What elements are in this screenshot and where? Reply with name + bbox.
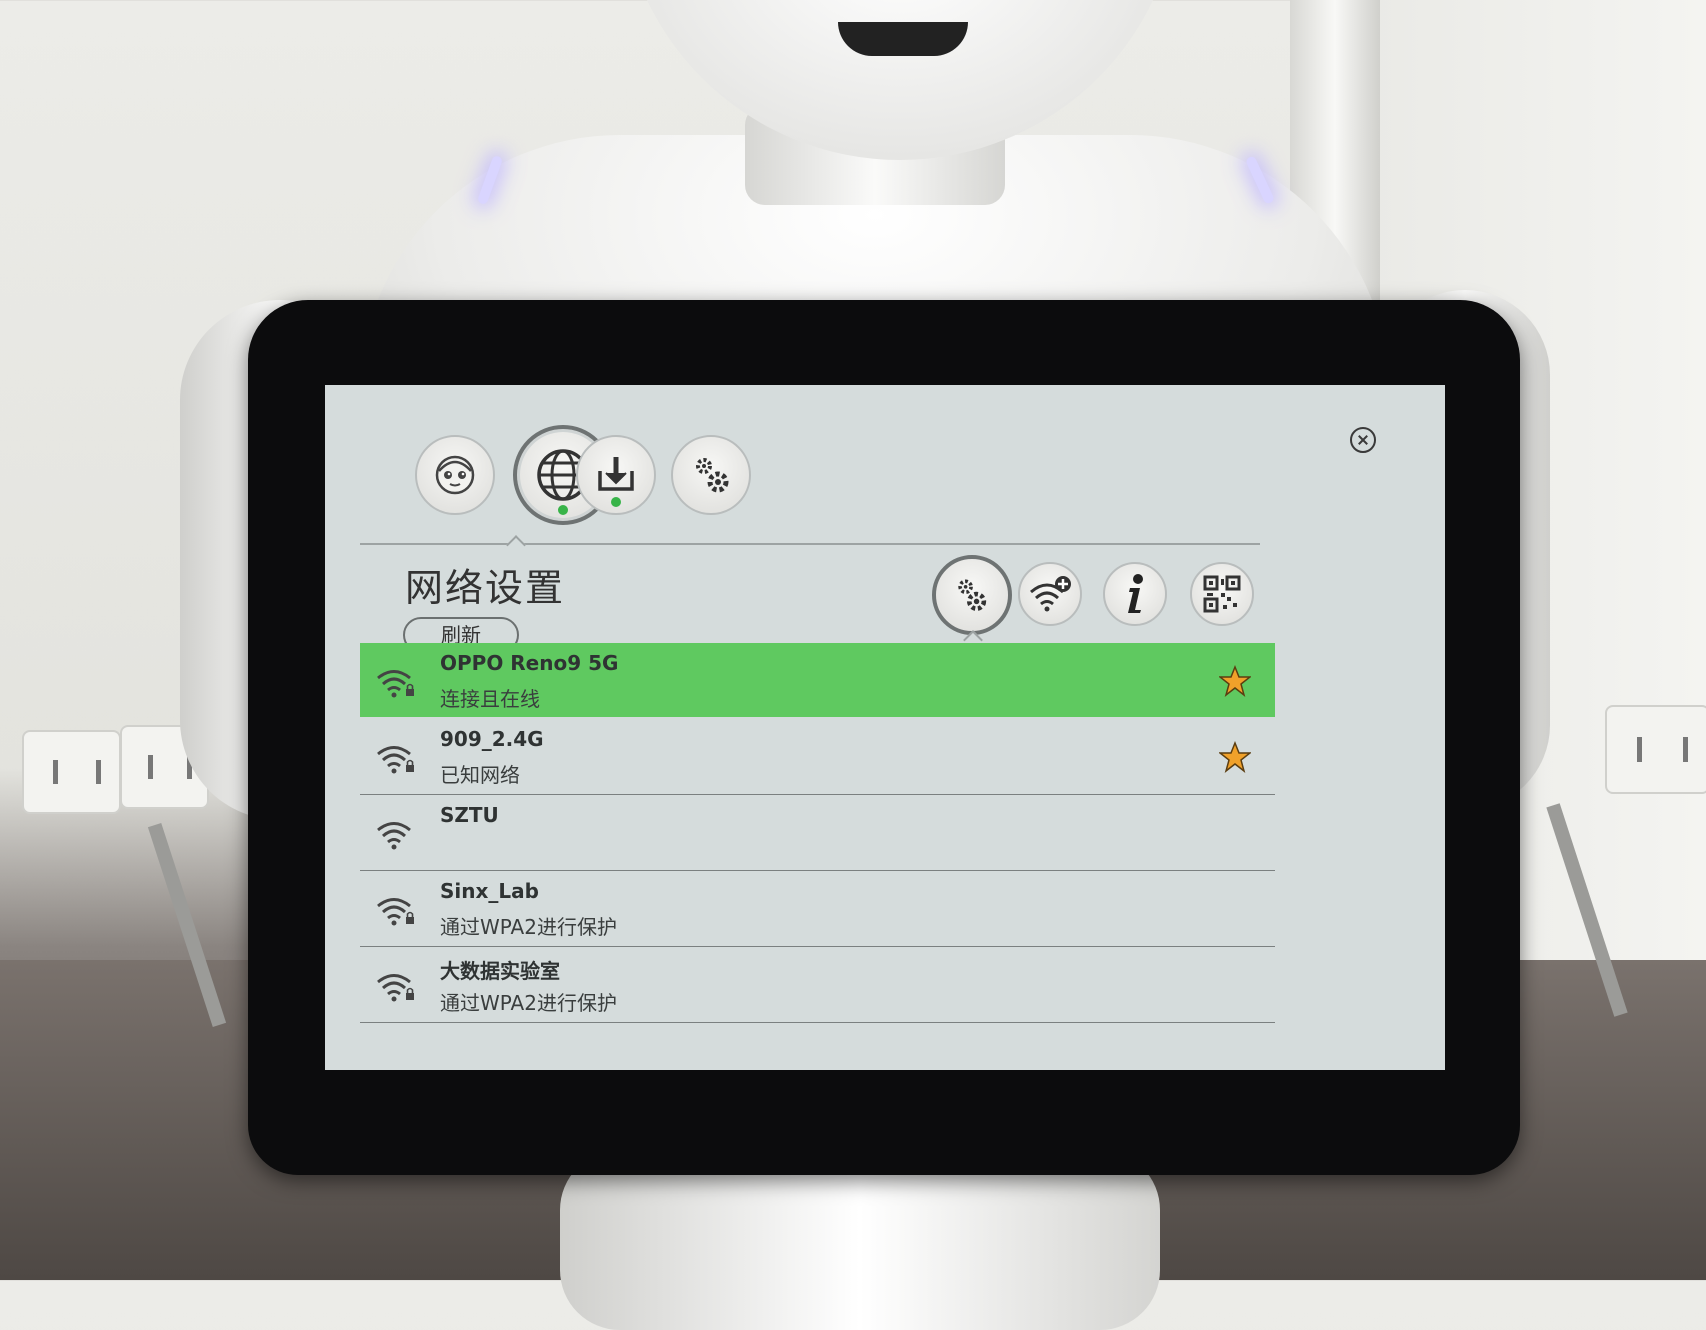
- robot-face-icon: [435, 455, 475, 495]
- robot-mouth: [838, 22, 968, 56]
- network-row[interactable]: Sinx_Lab 通过WPA2进行保护: [360, 871, 1275, 945]
- network-row[interactable]: 909_2.4G 已知网络: [360, 719, 1275, 793]
- wall-outlet: [22, 730, 121, 814]
- network-name: SZTU: [440, 803, 499, 827]
- close-button[interactable]: [1350, 427, 1376, 453]
- page-title: 网络设置: [405, 566, 566, 610]
- info-icon: [1128, 574, 1143, 613]
- nav-tab-robot[interactable]: [415, 435, 495, 515]
- wifi-secured-icon: [374, 741, 418, 779]
- network-status: 已知网络: [440, 763, 520, 787]
- network-name: Sinx_Lab: [440, 879, 539, 903]
- network-settings-button[interactable]: [932, 555, 1012, 635]
- row-divider: [360, 1022, 1275, 1023]
- nav-tab-settings[interactable]: [671, 435, 751, 515]
- network-row[interactable]: OPPO Reno9 5G 连接且在线: [360, 643, 1275, 717]
- network-status: 连接且在线: [440, 687, 540, 711]
- gear-icon: [696, 458, 729, 493]
- network-name: 大数据实验室: [440, 959, 560, 983]
- network-row[interactable]: 大数据实验室通过WPA2进行保护: [360, 947, 1275, 1021]
- network-row[interactable]: SZTU: [360, 795, 1275, 869]
- wifi-secured-icon: [374, 665, 418, 703]
- tablet-screen: 网络设置 刷新 OPPO Reno9 5G 连接且在线 909_2.4G 已知网…: [325, 385, 1445, 1070]
- robot-lower-body: [560, 1150, 1160, 1330]
- info-button[interactable]: [1103, 562, 1167, 626]
- network-name: OPPO Reno9 5G: [440, 651, 619, 675]
- status-dot: [558, 505, 568, 515]
- qr-code-button[interactable]: [1190, 562, 1254, 626]
- settings-gear-icon: [958, 579, 987, 611]
- nav-divider: [360, 543, 1260, 545]
- wifi-icon: [374, 817, 418, 855]
- status-dot: [611, 497, 621, 507]
- add-wifi-icon: [1030, 576, 1071, 612]
- favorite-star-icon: [1217, 740, 1253, 777]
- download-icon: [598, 457, 634, 491]
- network-status: 通过WPA2进行保护: [440, 991, 617, 1015]
- nav-pointer: [506, 535, 526, 555]
- network-status: 通过WPA2进行保护: [440, 915, 617, 939]
- nav-tab-download[interactable]: [576, 435, 656, 515]
- network-name: 909_2.4G: [440, 727, 544, 751]
- add-network-button[interactable]: [1018, 562, 1082, 626]
- wall-outlet: [1605, 705, 1706, 794]
- wifi-secured-icon: [374, 969, 418, 1007]
- wifi-secured-icon: [374, 893, 418, 931]
- favorite-star-icon: [1217, 664, 1253, 701]
- qr-code-icon: [1203, 575, 1241, 613]
